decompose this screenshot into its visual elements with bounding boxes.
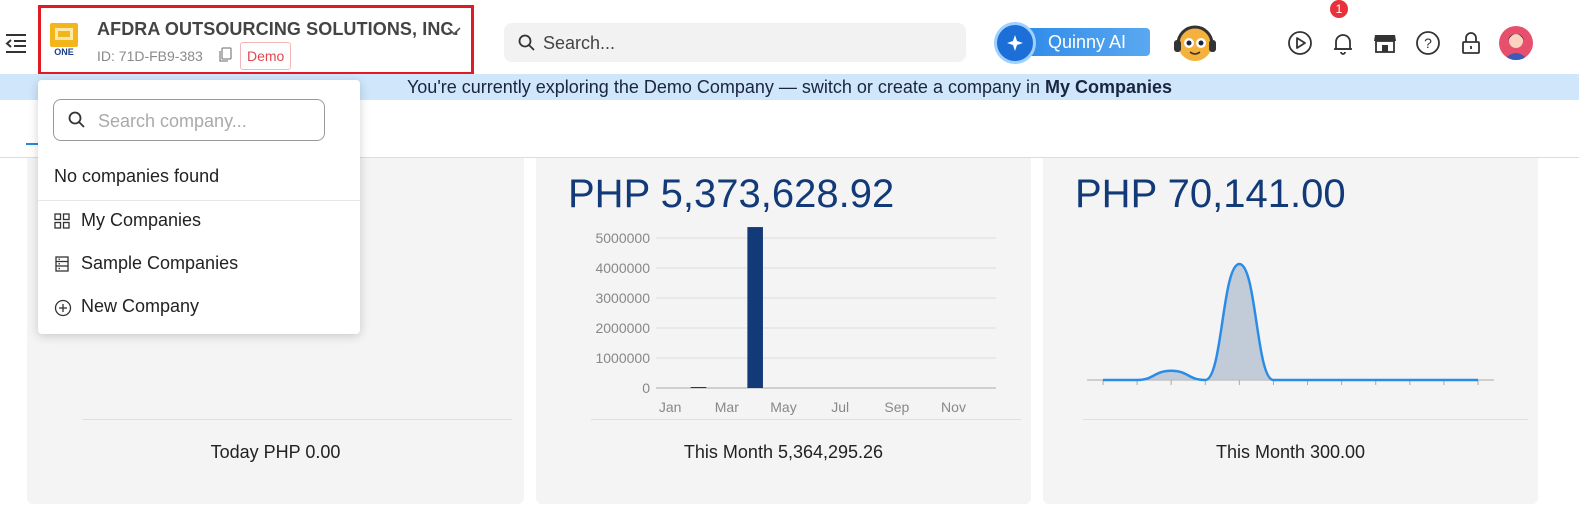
card-divider [1083, 419, 1528, 420]
sales-bar-chart: 0 1000000 2000000 3000000 4000000 5000000 Jan M… [595, 227, 996, 415]
plus-circle-icon [54, 299, 72, 317]
mascot-icon[interactable] [1170, 18, 1220, 66]
sparkle-icon [994, 22, 1036, 64]
lock-icon[interactable] [1458, 30, 1484, 56]
menu-item-sample-companies[interactable]: Sample Companies [38, 246, 360, 282]
quinny-ai-button[interactable]: Quinny AI [994, 22, 1150, 66]
menu-item-new-company[interactable]: New Company [38, 289, 360, 325]
today-footer: Today PHP 0.00 [210, 442, 341, 462]
month-sales-footer: This Month 5,364,295.26 [683, 442, 884, 462]
demo-banner-text: You're currently exploring the Demo Comp… [406, 77, 1046, 97]
no-companies-text: No companies found [54, 166, 220, 186]
help-icon[interactable]: ? [1415, 30, 1441, 56]
area-fill [1103, 264, 1478, 380]
y-tick-label: 5000000 [595, 230, 650, 246]
series-line [1103, 262, 1478, 382]
demo-badge: Demo [240, 42, 292, 70]
x-tick-label: Sep [884, 399, 909, 415]
dropdown-separator [38, 200, 360, 201]
play-circle-icon[interactable] [1287, 30, 1313, 56]
bar [747, 227, 763, 388]
menu-item-label: Sample Companies [81, 253, 239, 273]
menu-item-my-companies[interactable]: My Companies [38, 203, 360, 239]
company-dropdown: No companies found My Companies Sample C… [38, 80, 360, 334]
card-divider [591, 419, 1021, 420]
company-id: ID: 71D-FB9-383 [97, 48, 203, 64]
company-switcher[interactable]: ONE AFDRA OUTSOURCING SOLUTIONS, INC. ID… [38, 5, 474, 75]
list-icon [55, 256, 69, 272]
company-logo-icon: ONE [49, 22, 79, 58]
grid-icon [54, 213, 70, 229]
copy-icon[interactable] [218, 47, 232, 63]
y-tick-label: 4000000 [595, 260, 650, 276]
y-tick-label: 1000000 [595, 350, 650, 366]
company-search[interactable] [53, 99, 325, 142]
x-tick-label: May [770, 399, 796, 415]
menu-collapse-icon[interactable] [4, 32, 28, 54]
month-expense-footer: This Month 300.00 [1215, 442, 1366, 462]
expense-area-chart [1087, 262, 1494, 385]
y-tick-label: 2000000 [595, 320, 650, 336]
x-tick-label: Jul [831, 399, 849, 415]
quinny-ai-label: Quinny AI [1022, 28, 1150, 56]
menu-item-label: My Companies [81, 210, 202, 230]
top-header: ONE AFDRA OUTSOURCING SOLUTIONS, INC. ID… [0, 0, 1579, 75]
bell-icon[interactable] [1330, 30, 1356, 56]
month-expense-amount: PHP 70,141.00 [1075, 172, 1346, 216]
y-tick-label: 0 [642, 380, 650, 396]
menu-item-label: New Company [81, 296, 200, 316]
company-name: AFDRA OUTSOURCING SOLUTIONS, INC. [97, 19, 459, 39]
y-tick-label: 3000000 [595, 290, 650, 306]
x-tick-label: Mar [715, 399, 739, 415]
x-tick-label: Jan [659, 399, 682, 415]
my-companies-link[interactable]: My Companies [1045, 77, 1172, 97]
svg-text:ONE: ONE [54, 47, 74, 57]
search-input[interactable] [541, 23, 945, 64]
chevron-down-icon[interactable] [446, 24, 462, 38]
month-sales-card: PHP 5,373,628.92 0 1000000 2000000 3000000 4… [536, 158, 1031, 504]
user-avatar[interactable] [1499, 26, 1533, 60]
company-search-input[interactable] [96, 100, 320, 142]
svg-text:?: ? [1424, 35, 1432, 51]
card-divider [82, 419, 512, 420]
month-sales-amount: PHP 5,373,628.92 [568, 172, 895, 216]
notification-badge: 1 [1330, 0, 1348, 18]
x-tick-label: Nov [941, 399, 966, 415]
month-expense-card: PHP 70,141.00 This Month 300.00 [1043, 158, 1538, 504]
search-icon [518, 34, 535, 51]
global-search[interactable] [504, 23, 966, 64]
search-icon [68, 111, 85, 128]
store-icon[interactable] [1372, 30, 1398, 56]
bar [690, 387, 707, 388]
